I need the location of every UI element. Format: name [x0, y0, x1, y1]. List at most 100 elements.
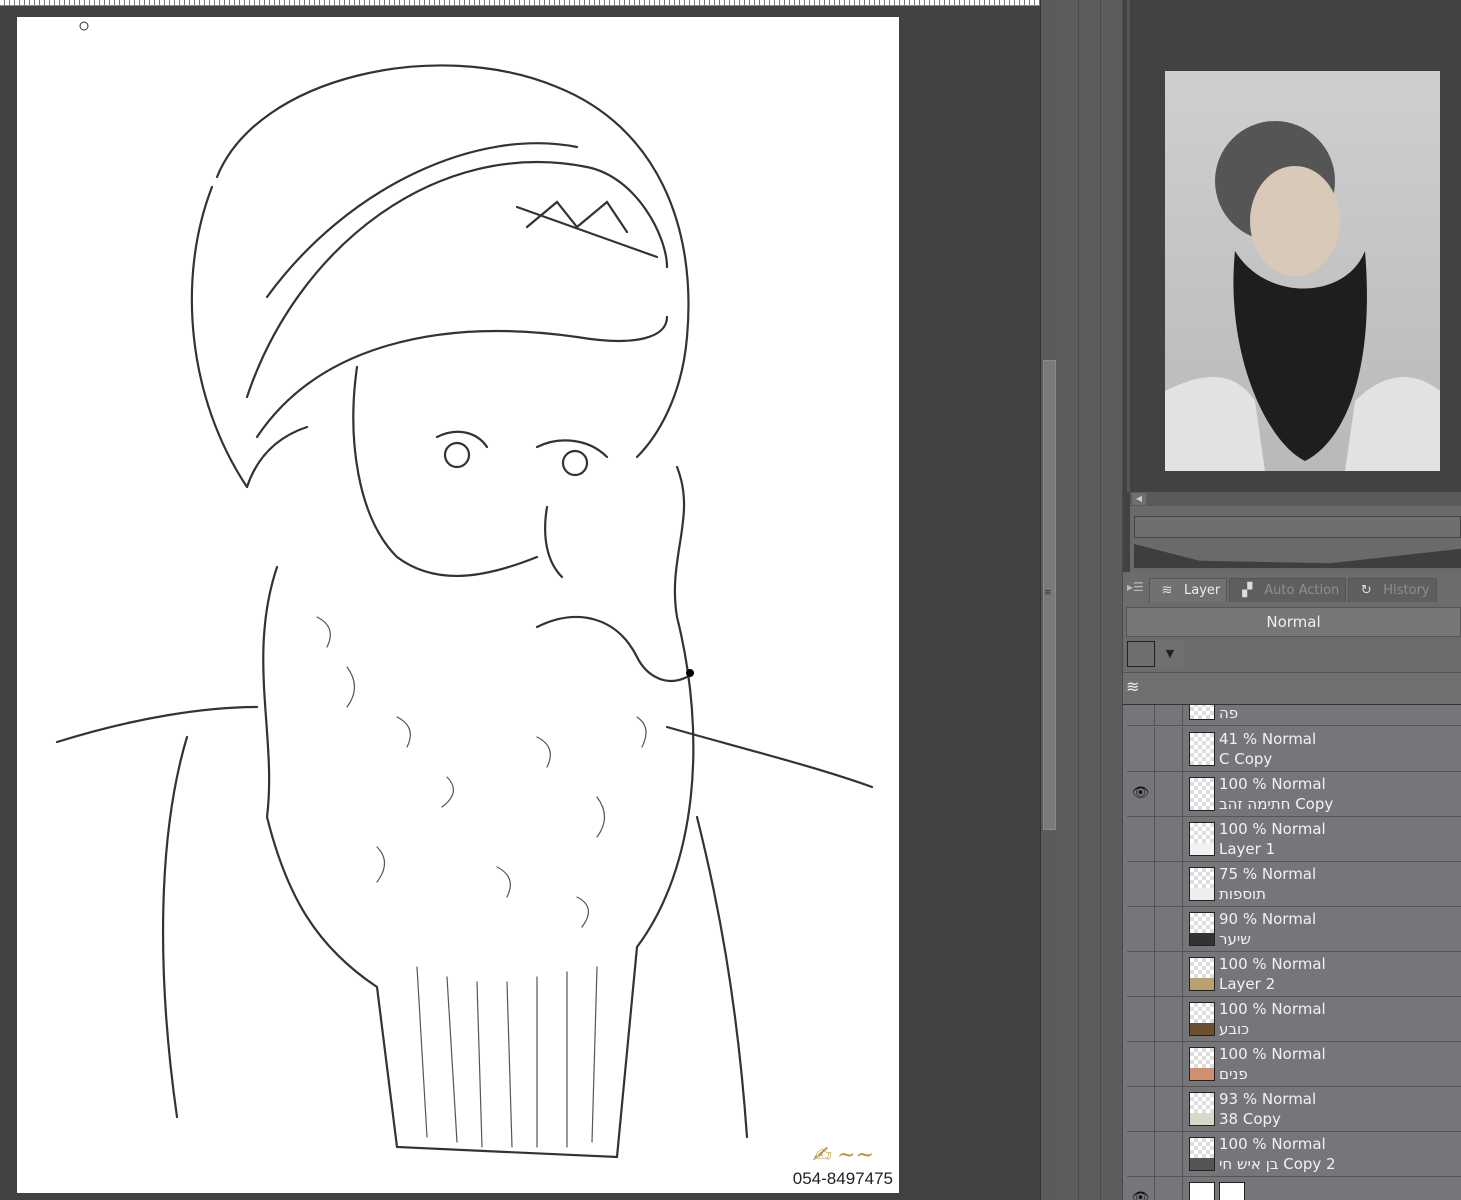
- navigator-panel: [1127, 0, 1461, 492]
- ruler: [0, 0, 1040, 6]
- layer-thumbnail: [1189, 822, 1215, 856]
- layer-row[interactable]: 75 % Normal תוספות: [1127, 862, 1461, 907]
- layer-thumbnail: [1189, 1047, 1215, 1081]
- visibility-toggle[interactable]: [1127, 705, 1155, 726]
- layer-opacity: 100 %: [1219, 1045, 1272, 1063]
- visibility-toggle[interactable]: [1127, 727, 1155, 772]
- lock-toggle[interactable]: [1155, 1177, 1183, 1200]
- lock-toggle[interactable]: [1155, 952, 1183, 996]
- lock-toggle[interactable]: [1155, 772, 1183, 816]
- layer-row[interactable]: פה: [1127, 705, 1461, 726]
- grip-icon: ≡: [1044, 588, 1052, 598]
- layer-row[interactable]: 90 % Normal שיער: [1127, 907, 1461, 952]
- tab-history[interactable]: ↻ History: [1348, 578, 1437, 602]
- visibility-toggle[interactable]: 👁: [1127, 1177, 1155, 1200]
- visibility-toggle[interactable]: [1127, 907, 1155, 952]
- visibility-toggle[interactable]: [1127, 1132, 1155, 1177]
- panel-dock-column[interactable]: [1101, 0, 1123, 1200]
- layers-icon: ≋: [1161, 582, 1173, 598]
- tab-auto-action[interactable]: ▞ Auto Action: [1229, 578, 1347, 602]
- visibility-toggle[interactable]: [1127, 817, 1155, 862]
- layer-opacity: 100 %: [1219, 1000, 1272, 1018]
- layer-opacity: 90 %: [1219, 910, 1262, 928]
- lock-toggle[interactable]: [1155, 907, 1183, 951]
- history-icon: ↻: [1360, 582, 1372, 598]
- layer-thumbnail: [1189, 912, 1215, 946]
- scroll-left-arrow-icon[interactable]: ◀: [1132, 493, 1146, 505]
- layer-blend-mode: Normal: [1261, 910, 1317, 928]
- tab-label: History: [1383, 583, 1430, 598]
- visibility-toggle[interactable]: [1127, 862, 1155, 907]
- layer-blend-mode: Normal: [1271, 1000, 1326, 1018]
- layer-thumbnail: [1189, 1092, 1215, 1126]
- lock-toggle[interactable]: [1155, 1087, 1183, 1131]
- layer-row-paper[interactable]: 👁: [1127, 1177, 1461, 1200]
- layer-thumbnail: [1189, 1002, 1215, 1036]
- layer-name: תוספות: [1219, 885, 1266, 903]
- blend-mode-select[interactable]: Normal: [1126, 607, 1461, 637]
- visibility-toggle[interactable]: [1127, 1042, 1155, 1087]
- drawing-canvas[interactable]: ✍︎ ~~ 054-8497475: [17, 17, 899, 1193]
- panel-dock-column[interactable]: [1057, 0, 1079, 1200]
- panel-menu-icon[interactable]: ▸☰: [1127, 580, 1147, 602]
- lock-toggle[interactable]: [1155, 862, 1183, 906]
- layer-name: C Copy: [1219, 750, 1273, 768]
- visibility-toggle[interactable]: [1127, 952, 1155, 997]
- layer-row[interactable]: 41 % Normal C Copy: [1127, 727, 1461, 772]
- layer-row[interactable]: 100 % Normal Layer 2: [1127, 952, 1461, 997]
- panel-dock-column[interactable]: [1079, 0, 1101, 1200]
- layer-row[interactable]: 100 % Normal Layer 1: [1127, 817, 1461, 862]
- reference-photo: [1165, 71, 1440, 471]
- layer-opacity: 100 %: [1219, 1135, 1272, 1153]
- layer-opacity: 100 %: [1219, 955, 1272, 973]
- layer-thumbnail: [1189, 1137, 1215, 1171]
- visibility-toggle[interactable]: [1127, 1087, 1155, 1132]
- canvas-vertical-scrollbar[interactable]: ≡: [1040, 0, 1057, 1200]
- line-art-sketch: [55, 21, 874, 1159]
- tab-label: Layer: [1184, 583, 1221, 598]
- layer-blend-mode: Normal: [1271, 1045, 1326, 1063]
- zoom-field[interactable]: [1134, 516, 1461, 538]
- layer-thumbnail: [1189, 732, 1215, 766]
- lock-toggle[interactable]: [1155, 705, 1183, 725]
- layer-blend-mode: Normal: [1271, 775, 1326, 793]
- layer-name: 38 Copy: [1219, 1110, 1281, 1128]
- tab-layer[interactable]: ≋ Layer: [1149, 578, 1228, 602]
- panel-tabs: ▸☰ ≋ Layer ▞ Auto Action ↻ History: [1123, 576, 1461, 602]
- layer-list[interactable]: פה 41 % Normal C Copy 👁 100 % Normal חתימ…: [1123, 705, 1461, 1200]
- layer-thumbnail: [1189, 1182, 1215, 1200]
- layers-icon[interactable]: ≋: [1126, 677, 1139, 696]
- layer-name: בן איש חי Copy 2: [1219, 1155, 1336, 1173]
- layer-name: שיער: [1219, 930, 1251, 948]
- lock-toggle[interactable]: [1155, 1132, 1183, 1176]
- layer-row[interactable]: 👁 100 % Normal חתימה זהב Copy: [1127, 772, 1461, 817]
- layer-row[interactable]: 93 % Normal 38 Copy: [1127, 1087, 1461, 1132]
- lock-toggle[interactable]: [1155, 997, 1183, 1041]
- layer-name: פנים: [1219, 1065, 1248, 1083]
- layer-row[interactable]: 100 % Normal כובע: [1127, 997, 1461, 1042]
- layer-color-row: ▼: [1126, 640, 1184, 668]
- layer-opacity: 100 %: [1219, 775, 1272, 793]
- lock-toggle[interactable]: [1155, 727, 1183, 771]
- lock-toggle[interactable]: [1155, 1042, 1183, 1086]
- watermark-logo: ✍︎ ~~: [811, 1143, 875, 1168]
- layer-toolbar: ≋: [1123, 672, 1461, 705]
- clapper-icon: ▞: [1242, 582, 1253, 598]
- layer-thumbnail: [1189, 705, 1215, 720]
- layer-color-swatch[interactable]: [1127, 641, 1155, 667]
- chevron-down-icon[interactable]: ▼: [1156, 640, 1184, 668]
- layer-name: חתימה זהב Copy: [1219, 795, 1334, 813]
- lock-toggle[interactable]: [1155, 817, 1183, 861]
- layer-row[interactable]: 100 % Normal פנים: [1127, 1042, 1461, 1087]
- layer-opacity: 41 %: [1219, 730, 1262, 748]
- layer-blend-mode: Normal: [1271, 955, 1326, 973]
- canvas-area[interactable]: ✍︎ ~~ 054-8497475: [0, 0, 1040, 1200]
- layer-row[interactable]: 100 % Normal בן איש חי Copy 2: [1127, 1132, 1461, 1177]
- layer-thumbnail: [1189, 777, 1215, 811]
- visibility-toggle[interactable]: [1127, 997, 1155, 1042]
- navigator-horizontal-scrollbar[interactable]: ◀: [1130, 492, 1461, 506]
- zoom-slider[interactable]: [1134, 544, 1461, 568]
- navigator-zoom-controls: [1130, 506, 1461, 572]
- visibility-toggle[interactable]: 👁: [1127, 772, 1155, 817]
- layer-blend-mode: Normal: [1261, 730, 1317, 748]
